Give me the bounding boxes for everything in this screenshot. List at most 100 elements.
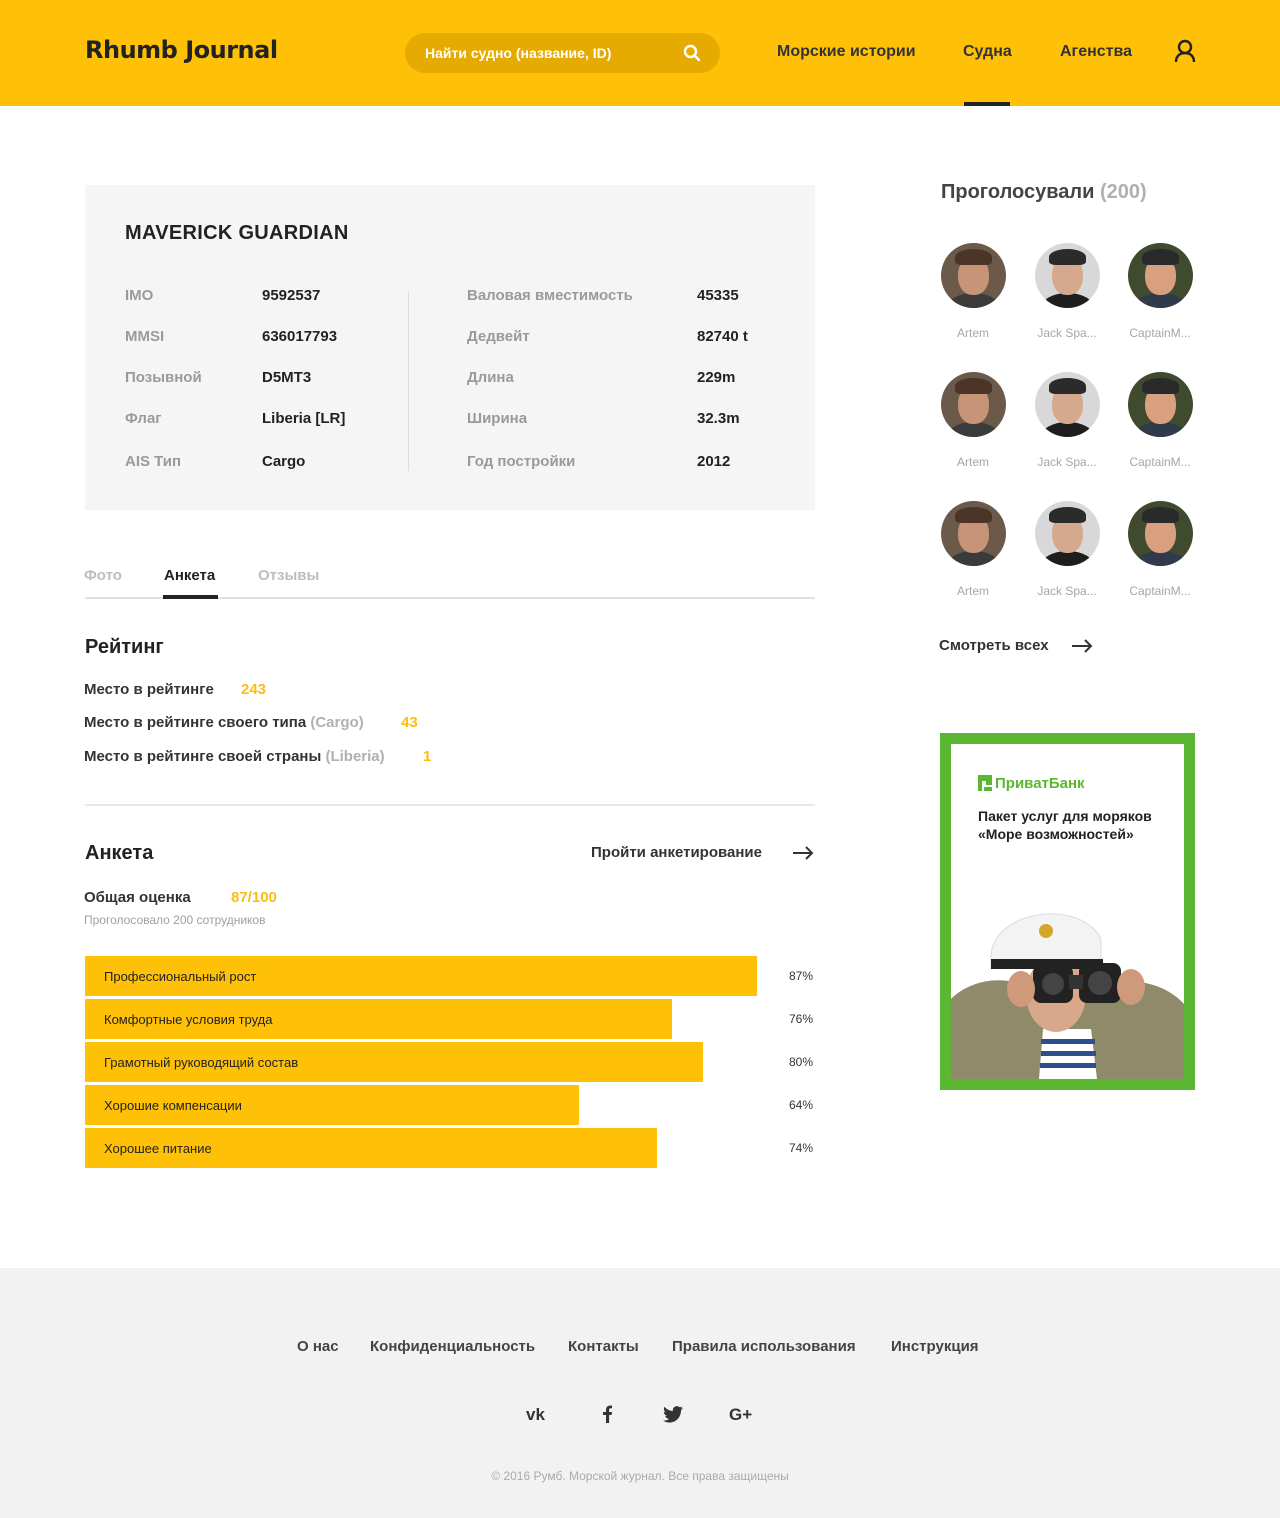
site-header: Rhumb Journal Морские истории Судна Аген… [0, 0, 1280, 106]
avatar[interactable] [940, 372, 1006, 437]
survey-bar-label: Комфортные условия труда [104, 1012, 273, 1027]
svg-text:G+: G+ [729, 1405, 752, 1423]
rating-title: Рейтинг [85, 636, 164, 658]
voter-name: Jack Spa... [1037, 455, 1097, 469]
rating-label: Место в рейтинге своего типа [84, 714, 307, 731]
survey-bar-label: Хорошие компенсации [104, 1098, 242, 1113]
footer-link-privacy[interactable]: Конфиденциальность [370, 1338, 535, 1355]
voter-card[interactable]: CaptainM... [1124, 372, 1196, 469]
nav-ships[interactable]: Судна [963, 43, 1012, 61]
overall-score-label: Общая оценка [84, 889, 191, 906]
avatar[interactable] [1127, 372, 1193, 437]
rating-value-type: 43 [401, 714, 418, 731]
twitter-icon[interactable] [662, 1405, 686, 1423]
google-plus-icon[interactable]: G+ [729, 1405, 753, 1423]
info-label-build-year: Год постройки [467, 453, 576, 470]
survey-bar: Профессиональный рост 87% [85, 956, 815, 996]
nav-active-indicator [964, 102, 1010, 106]
avatar[interactable] [1127, 501, 1193, 566]
survey-title: Анкета [85, 842, 154, 864]
survey-bar-percent: 80% [788, 1055, 813, 1069]
info-label-flag: Флаг [125, 410, 162, 427]
ad-banner-content: ПриватБанк Пакет услуг для моряков «Море… [951, 744, 1184, 1079]
avatar[interactable] [940, 243, 1006, 308]
voters-count: (200) [1099, 181, 1147, 203]
rating-qualifier: (Cargo) [310, 714, 364, 731]
copyright: © 2016 Румб. Морской журнал. Все права з… [491, 1469, 789, 1483]
survey-bar: Грамотный руководящий состав 80% [85, 1042, 815, 1082]
info-label-width: Ширина [467, 410, 528, 427]
avatar[interactable] [1127, 243, 1193, 308]
info-label-mmsi: MMSI [125, 328, 165, 345]
info-label-callsign: Позывной [125, 369, 202, 386]
arrow-right-icon[interactable] [792, 846, 814, 860]
nav-sea-stories[interactable]: Морские истории [777, 43, 916, 61]
voter-card[interactable]: Jack Spa... [1031, 501, 1103, 598]
tab-photo[interactable]: Фото [84, 567, 122, 584]
svg-text:vk: vk [526, 1405, 545, 1423]
rating-value-overall: 243 [241, 681, 267, 698]
voter-card[interactable]: Jack Spa... [1031, 243, 1103, 340]
nav-agencies[interactable]: Агенства [1060, 43, 1132, 61]
info-label-ais-type: AIS Тип [125, 453, 182, 470]
facebook-icon[interactable] [596, 1405, 620, 1423]
avatar[interactable] [1034, 243, 1100, 308]
tab-reviews[interactable]: Отзывы [258, 567, 319, 584]
tab-active-indicator [163, 595, 218, 599]
info-label-length: Длина [467, 369, 514, 386]
tab-survey[interactable]: Анкета [164, 567, 215, 584]
see-all-link[interactable]: Смотреть всех [939, 637, 1049, 654]
info-label-imo: IMO [125, 287, 154, 304]
survey-bar-percent: 74% [788, 1141, 813, 1155]
info-label-gross-tonnage: Валовая вместимость [467, 287, 633, 304]
voter-name: Jack Spa... [1037, 326, 1097, 340]
info-value-width: 32.3m [697, 410, 740, 427]
footer-link-contacts[interactable]: Контакты [568, 1338, 639, 1355]
avatar[interactable] [1034, 372, 1100, 437]
rating-label: Место в рейтинге [84, 681, 214, 698]
voter-name: Jack Spa... [1037, 584, 1097, 598]
search-box[interactable] [405, 33, 720, 73]
voter-card[interactable]: CaptainM... [1124, 243, 1196, 340]
avatar[interactable] [1034, 501, 1100, 566]
logo[interactable]: Rhumb Journal [85, 36, 278, 64]
info-value-length: 229m [697, 369, 736, 386]
voter-name: Artem [956, 584, 989, 598]
voters-count-note: Проголосовало 200 сотрудников [84, 913, 266, 927]
info-value-deadweight: 82740 t [697, 328, 748, 345]
search-icon[interactable] [683, 44, 701, 62]
voter-card[interactable]: Artem [937, 372, 1009, 469]
rating-value-country: 1 [423, 748, 432, 765]
survey-bar-percent: 87% [788, 969, 813, 983]
site-footer: О нас Конфиденциальность Контакты Правил… [0, 1268, 1280, 1518]
voter-name: Artem [956, 326, 989, 340]
search-input[interactable] [425, 33, 675, 73]
ship-info-card: MAVERICK GUARDIAN IMO 9592537 MMSI 63601… [85, 185, 815, 510]
ad-banner[interactable]: ПриватБанк Пакет услуг для моряков «Море… [940, 733, 1195, 1090]
avatar[interactable] [940, 501, 1006, 566]
rating-qualifier: (Liberia) [325, 748, 385, 765]
info-value-ais-type: Cargo [262, 453, 306, 470]
survey-bar-label: Профессиональный рост [104, 969, 257, 984]
arrow-right-icon[interactable] [1071, 639, 1093, 653]
take-survey-link[interactable]: Пройти анкетирование [591, 844, 762, 861]
footer-link-terms[interactable]: Правила использования [672, 1338, 856, 1355]
info-value-mmsi: 636017793 [262, 328, 338, 345]
info-value-imo: 9592537 [262, 287, 321, 304]
voters-title-text: Проголосували [941, 181, 1095, 203]
banner-text: Пакет услуг для моряков «Море возможност… [978, 808, 1152, 842]
voter-card[interactable]: CaptainM... [1124, 501, 1196, 598]
survey-bar-percent: 76% [788, 1012, 813, 1026]
voter-name: CaptainM... [1129, 455, 1191, 469]
rating-label: Место в рейтинге своей страны [84, 748, 322, 765]
voter-card[interactable]: Jack Spa... [1031, 372, 1103, 469]
info-divider [408, 291, 409, 471]
footer-link-about[interactable]: О нас [297, 1338, 339, 1355]
user-icon[interactable] [1174, 39, 1196, 63]
footer-link-instructions[interactable]: Инструкция [891, 1338, 979, 1355]
vk-icon[interactable]: vk [526, 1405, 550, 1423]
voter-card[interactable]: Artem [937, 243, 1009, 340]
survey-bar-label: Грамотный руководящий состав [104, 1055, 299, 1070]
voters-title: Проголосували (200) [941, 181, 1147, 204]
voter-card[interactable]: Artem [937, 501, 1009, 598]
